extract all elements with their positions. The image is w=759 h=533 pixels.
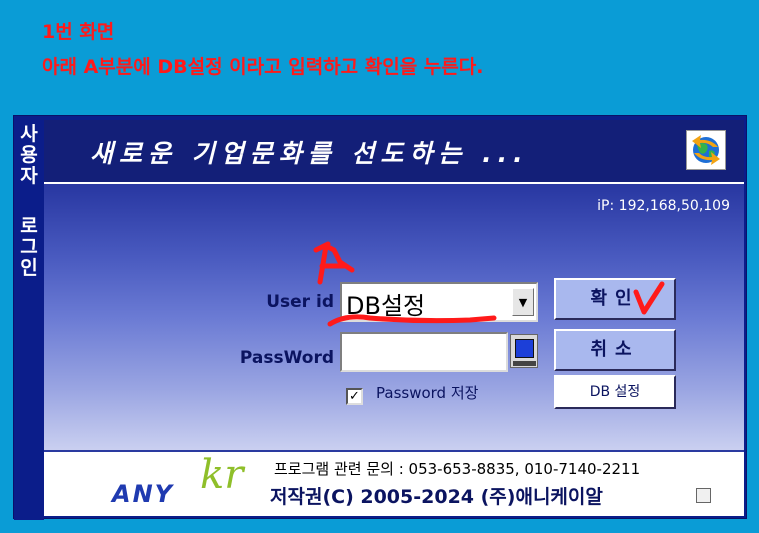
globe-arrows-icon (686, 130, 726, 170)
monitor-screen (515, 339, 534, 358)
db-settings-button[interactable]: DB 설정 (554, 375, 676, 409)
sidebar: 사용자 로그인 (14, 116, 44, 520)
ip-address: iP: 192,168,50,109 (597, 198, 730, 214)
userid-label: User id (266, 292, 334, 312)
header-banner: 새로운 기업문화를 선도하는 ... (44, 120, 744, 184)
sidebar-subtitle: 로그인 (20, 215, 38, 279)
password-input[interactable] (340, 332, 508, 372)
save-password-checkbox[interactable]: ✓ (346, 388, 363, 405)
userid-combobox[interactable]: DB설정 ▼ (340, 282, 538, 322)
instruction-line-2: 아래 A부분에 DB설정 이라고 입력하고 확인을 누른다. (42, 56, 484, 78)
contact-info: 프로그램 관련 문의 : 053-653-8835, 010-7140-2211 (274, 460, 641, 478)
logo-kr: kr (200, 452, 244, 498)
footer: kr ANY 프로그램 관련 문의 : 053-653-8835, 010-71… (44, 450, 744, 516)
login-panel: 새로운 기업문화를 선도하는 ... iP: 192,168,50,109 Us… (44, 120, 744, 516)
login-window: 사용자 로그인 새로운 기업문화를 선도하는 ... iP: 192,168,5… (13, 115, 747, 520)
password-label: PassWord (239, 348, 334, 368)
logo-any: ANY (112, 480, 175, 508)
sidebar-title: 사용자 (20, 123, 38, 187)
save-password-label: Password 저장 (376, 384, 479, 402)
confirm-button[interactable]: 확인 (554, 278, 676, 320)
cancel-button[interactable]: 취소 (554, 329, 676, 371)
chevron-down-icon[interactable]: ▼ (512, 288, 534, 316)
footer-checkbox[interactable] (696, 488, 711, 503)
instruction-line-1: 1번 화면 (42, 21, 115, 43)
userid-value[interactable]: DB설정 (346, 286, 425, 321)
monitor-base (513, 361, 536, 366)
copyright: 저작권(C) 2005-2024 (주)애니케이알 (270, 486, 603, 508)
virtual-keyboard-icon[interactable] (510, 334, 538, 368)
slogan: 새로운 기업문화를 선도하는 ... (90, 139, 529, 168)
